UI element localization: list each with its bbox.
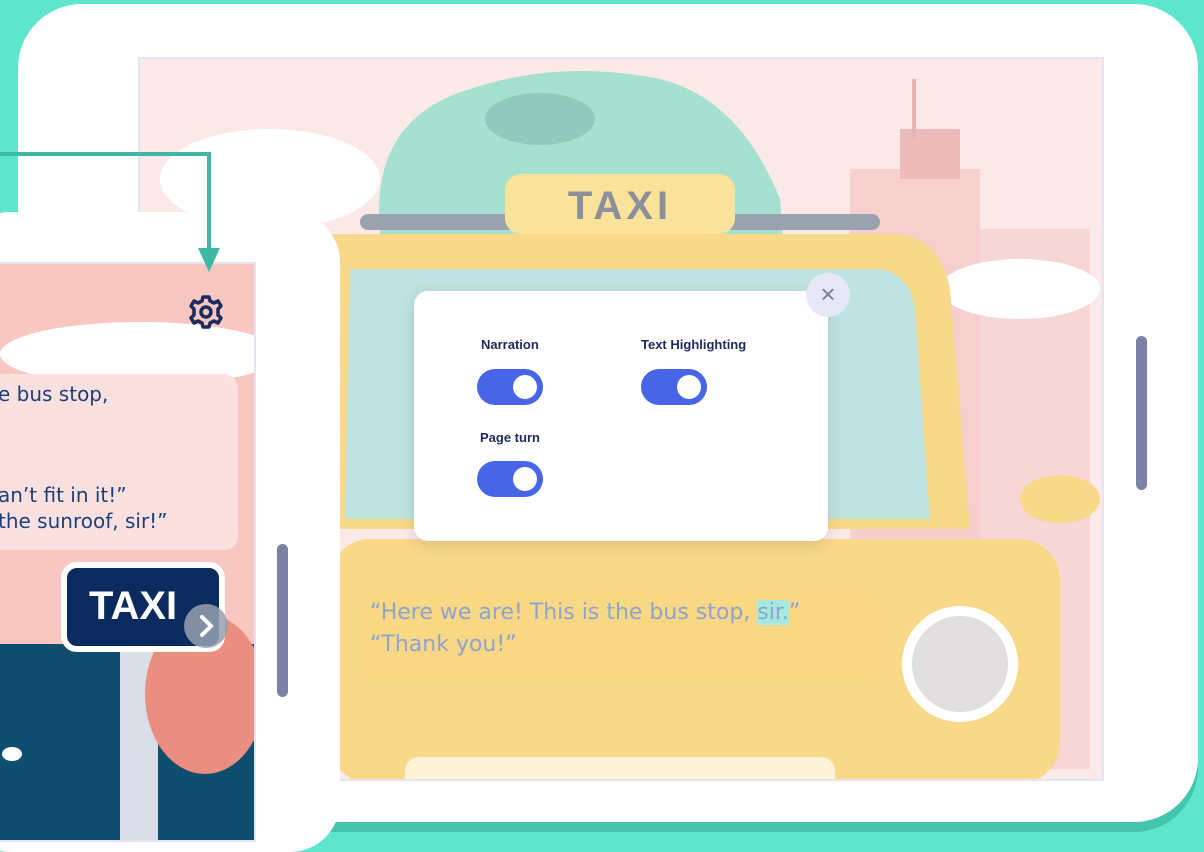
gear-icon	[189, 295, 223, 329]
left-illustration	[0, 264, 254, 840]
story-text-line-2: “Thank you!”	[370, 632, 517, 657]
narration-toggle[interactable]	[477, 369, 543, 405]
page-turn-label: Page turn	[480, 430, 540, 445]
highlighted-word: sir.	[757, 600, 789, 625]
next-page-button[interactable]	[184, 604, 228, 648]
text-highlighting-toggle[interactable]	[641, 369, 707, 405]
story-text-segment: ”	[788, 600, 801, 625]
text-highlighting-label: Text Highlighting	[641, 337, 747, 352]
left-story-line-2: an’t fit in it!”	[0, 483, 127, 507]
settings-dialog	[414, 291, 828, 541]
left-story-line-1: e bus stop,	[0, 382, 109, 406]
narration-label: Narration	[481, 337, 539, 352]
settings-button[interactable]	[186, 292, 226, 332]
connector-line	[207, 152, 211, 252]
toggle-knob	[513, 375, 537, 399]
toggle-knob	[677, 375, 701, 399]
connector-line	[0, 152, 211, 156]
left-story-line-3: the sunroof, sir!”	[0, 509, 168, 533]
chevron-right-icon	[200, 615, 214, 637]
left-story-screen	[0, 262, 256, 842]
toggle-knob	[513, 467, 537, 491]
page-turn-toggle[interactable]	[477, 461, 543, 497]
arrow-down-icon	[198, 248, 220, 272]
story-text-segment: “Here we are! This is the bus stop,	[370, 600, 758, 625]
taxi-sign-text: TAXI	[568, 184, 672, 228]
left-side-handle[interactable]	[277, 544, 288, 697]
right-side-handle[interactable]	[1136, 336, 1147, 490]
left-taxi-sign-text: TAXI	[89, 584, 178, 628]
close-button[interactable]: ×	[806, 273, 850, 317]
story-text-line-1: “Here we are! This is the bus stop, sir.…	[370, 598, 800, 628]
